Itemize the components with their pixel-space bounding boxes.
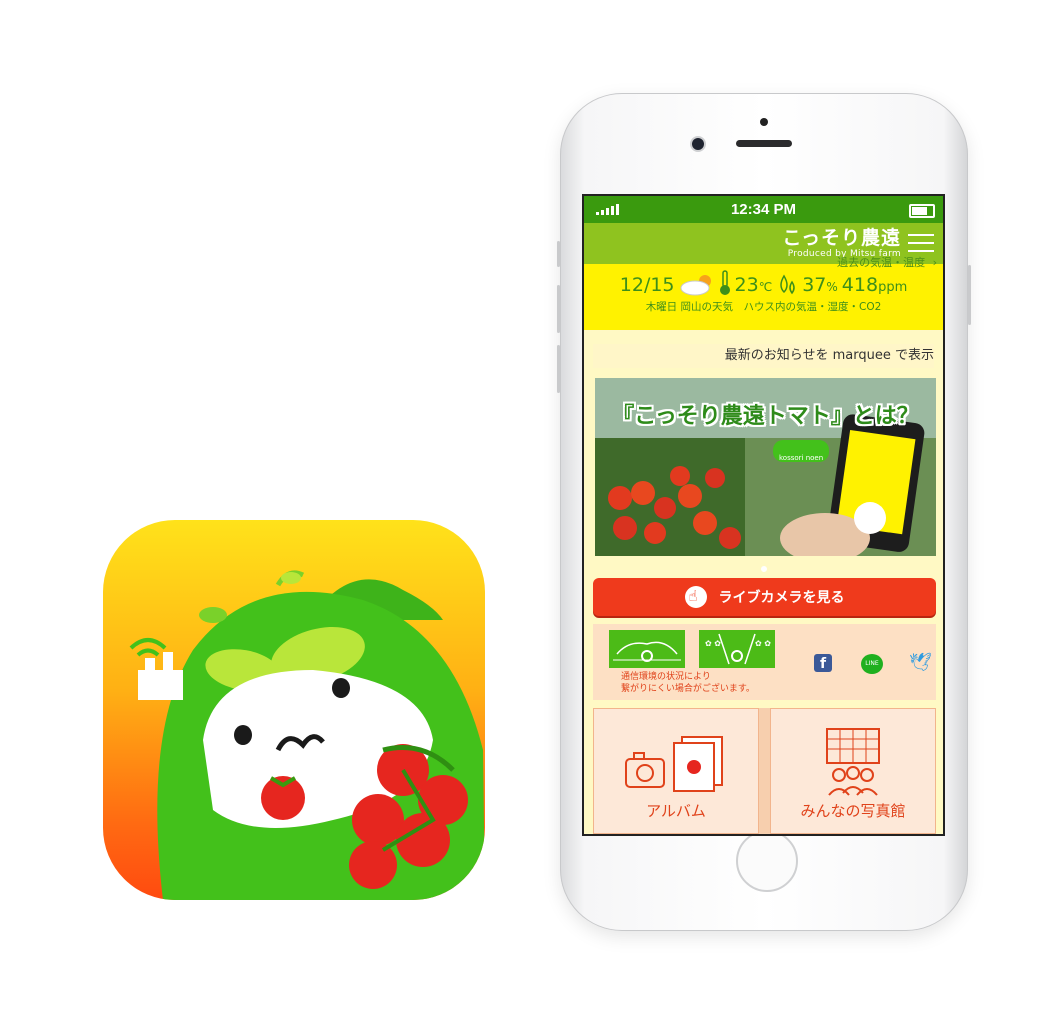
humidity-icon — [780, 274, 795, 295]
thermometer-icon — [719, 270, 730, 295]
carousel-indicator[interactable] — [761, 566, 767, 572]
connection-note-line1: 通信環境の状況により — [621, 672, 711, 682]
weather-date: 12/15 — [619, 274, 675, 296]
co2-value: 418 — [841, 274, 879, 296]
camera-1-thumbnail[interactable] — [609, 630, 685, 668]
camera-2-thumbnail[interactable]: ✿ ✿ ✿ ✿ — [699, 630, 775, 668]
camera-section: ✿ ✿ ✿ ✿ f LINE 🕊 通信環境の状況により 繋がりにくい場合がござい… — [593, 624, 936, 700]
album-label: アルバム — [646, 802, 706, 820]
camera-1-icon — [613, 641, 681, 662]
banner-badge: kossori noen — [779, 454, 824, 462]
twitter-icon[interactable]: 🕊 — [909, 654, 932, 672]
temperature-value: 23 — [734, 274, 759, 296]
temperature-unit: ℃ — [758, 280, 773, 294]
photo-gallery-label: みんなの写真館 — [800, 802, 906, 820]
earpiece-speaker — [736, 140, 792, 147]
camera-2-icon: ✿ ✿ ✿ ✿ — [705, 633, 771, 665]
live-camera-button[interactable]: ライブカメラを見る — [593, 578, 936, 616]
line-icon[interactable]: LINE — [861, 654, 883, 674]
live-camera-label: ライブカメラを見る — [718, 590, 845, 606]
facebook-icon[interactable]: f — [814, 654, 832, 672]
history-link[interactable]: 過去の気温・温度 › — [837, 254, 937, 270]
svg-text:✿ ✿: ✿ ✿ — [705, 639, 721, 648]
status-bar: 12:34 PM — [584, 196, 943, 223]
feature-tiles: アルバム みんなの写真館 — [593, 708, 936, 834]
home-button[interactable] — [736, 830, 798, 892]
battery-icon — [909, 204, 935, 218]
front-camera-icon — [692, 138, 704, 150]
humidity-unit: % — [826, 280, 838, 294]
app-title: こっそり農遠 — [782, 227, 901, 249]
album-tile[interactable]: アルバム — [593, 708, 759, 834]
photo-gallery-people-icon — [826, 728, 880, 796]
app-icon[interactable] — [103, 520, 485, 900]
weather-caption: 木曜日 岡山の天気 ハウス内の気温・湿度・CO2 — [645, 301, 882, 313]
connection-note: 通信環境の状況により 繋がりにくい場合がございます。 — [621, 671, 755, 695]
news-marquee[interactable]: 最新のお知らせを marquee で表示 — [593, 344, 934, 368]
history-link-label: 過去の気温・温度 — [837, 256, 926, 269]
pointing-hand-icon — [684, 586, 707, 608]
promo-banner[interactable]: 『こっそり農遠トマト』とは？ kossori noen — [595, 378, 936, 556]
album-camera-icon — [625, 736, 723, 792]
svg-text:✿ ✿: ✿ ✿ — [755, 639, 771, 648]
proximity-sensor — [760, 118, 768, 126]
hamburger-icon[interactable] — [908, 234, 934, 254]
connection-note-line2: 繋がりにくい場合がございます。 — [621, 684, 755, 694]
chevron-right-icon: › — [932, 256, 937, 269]
co2-unit: ppm — [878, 280, 908, 295]
humidity-value: 37 — [802, 274, 827, 296]
app-screen: 12:34 PM こっそり農遠 Produced by Mitsu farm 1… — [584, 196, 943, 834]
mascot-illustration — [129, 570, 485, 900]
status-time: 12:34 PM — [730, 201, 797, 218]
partly-cloudy-icon — [680, 275, 711, 296]
weather-panel: 12/15 23℃ 37% 418ppm 木曜日 岡山の天気 ハウス内の気温・湿… — [584, 264, 943, 330]
banner-title: 『こっそり農遠トマト』とは？ — [612, 404, 919, 429]
photo-gallery-tile[interactable]: みんなの写真館 — [770, 708, 936, 834]
